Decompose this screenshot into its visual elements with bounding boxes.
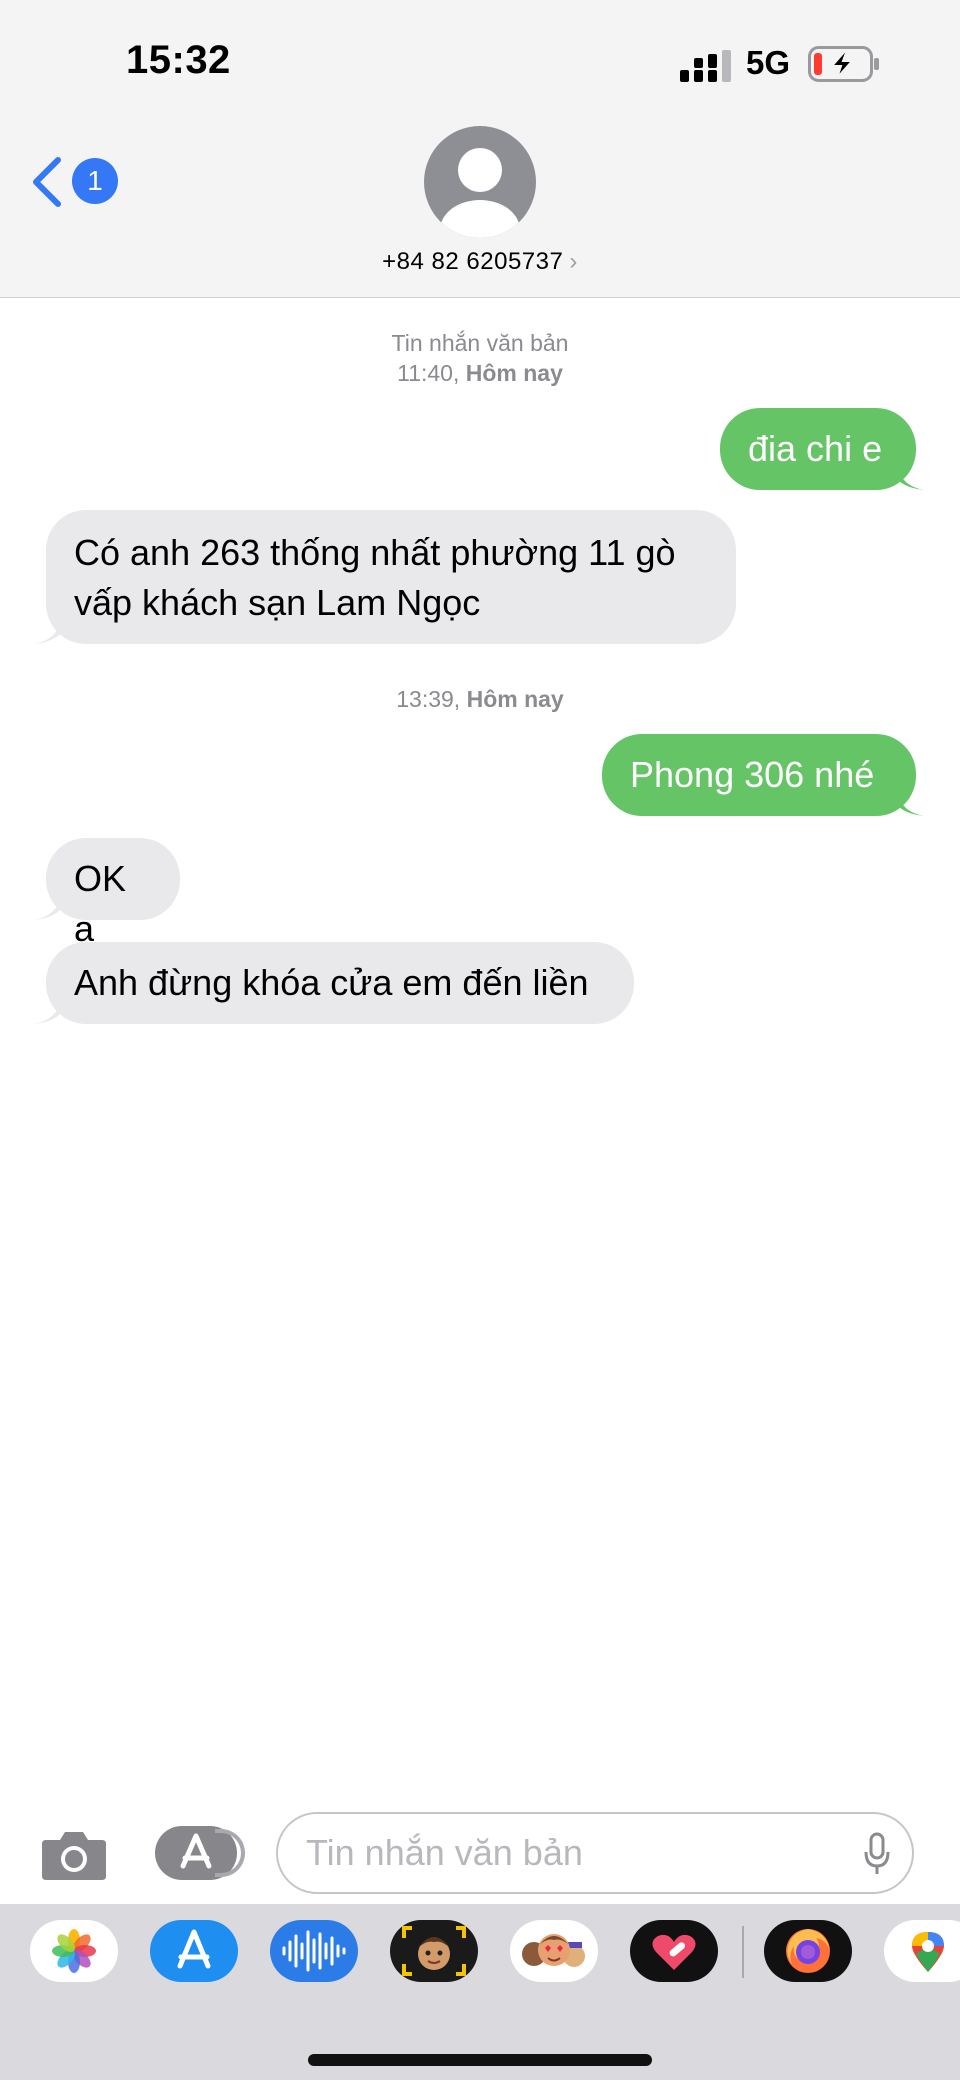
home-indicator[interactable]: [308, 2054, 652, 2066]
app-store-drawer-button[interactable]: [155, 1826, 245, 1880]
memoji-icon: [402, 1926, 466, 1976]
heart-digital-touch-icon: [652, 1934, 696, 1970]
microphone-icon[interactable]: [864, 1832, 890, 1876]
photos-app-button[interactable]: [30, 1920, 118, 1982]
cellular-signal-icon: [680, 50, 731, 82]
status-time: 15:32: [126, 38, 231, 82]
maps-icon: [912, 1932, 944, 1972]
app-store-icon: [177, 1929, 211, 1969]
bubble-tail: [898, 468, 924, 490]
bubble-tail: [898, 794, 924, 816]
memoji-stickers-app-button[interactable]: [510, 1920, 598, 1982]
app-store-app-button[interactable]: [150, 1920, 238, 1982]
message-bubble-incoming[interactable]: OK a: [46, 838, 180, 949]
chevron-left-icon: [33, 157, 61, 207]
firefox-app-button[interactable]: [764, 1920, 852, 1982]
person-silhouette-icon: [440, 148, 520, 238]
photos-icon: [52, 1929, 96, 1973]
network-type: 5G: [746, 44, 791, 81]
google-maps-app-button[interactable]: [884, 1920, 960, 1982]
contact-number: +84 82 6205737: [382, 248, 564, 275]
camera-icon[interactable]: [40, 1826, 108, 1882]
back-button[interactable]: 1: [30, 152, 118, 212]
conversation-header: 15:32 5G 1 +84 82 6205737 ›: [0, 0, 960, 298]
memoji-app-button[interactable]: [390, 1920, 478, 1982]
memoji-stickers-icon: [522, 1934, 585, 1967]
thread-timestamp: Tin nhắn văn bản 11:40, Hôm nay: [0, 328, 960, 388]
imessage-app-drawer: [0, 1904, 960, 2080]
contact-avatar[interactable]: [424, 126, 536, 238]
message-bubble-incoming[interactable]: Có anh 263 thống nhất phường 11 gò vấp k…: [46, 510, 736, 644]
message-input-placeholder: Tin nhắn văn bản: [306, 1832, 583, 1873]
unread-badge: 1: [72, 158, 118, 204]
bubble-tail: [34, 622, 60, 644]
battery-charging-icon: [808, 46, 879, 82]
message-timestamp: 13:39, Hôm nay: [396, 686, 564, 712]
audio-waveform-icon: [282, 1930, 346, 1972]
bubble-tail: [34, 898, 60, 920]
message-bubble-outgoing[interactable]: đia chi e: [720, 408, 916, 490]
message-bubble-incoming[interactable]: Anh đừng khóa cửa em đến liền: [46, 942, 634, 1024]
message-input[interactable]: Tin nhắn văn bản: [276, 1812, 914, 1894]
message-type-label: Tin nhắn văn bản: [391, 330, 569, 356]
drawer-divider: [742, 1926, 744, 1978]
audio-message-app-button[interactable]: [270, 1920, 358, 1982]
chevron-right-icon: ›: [569, 248, 578, 275]
firefox-icon: [786, 1929, 830, 1973]
bubble-tail: [34, 1002, 60, 1024]
message-bubble-outgoing[interactable]: Phong 306 nhé: [602, 734, 916, 816]
digital-touch-app-button[interactable]: [630, 1920, 718, 1982]
contact-name-button[interactable]: +84 82 6205737 ›: [0, 248, 960, 276]
